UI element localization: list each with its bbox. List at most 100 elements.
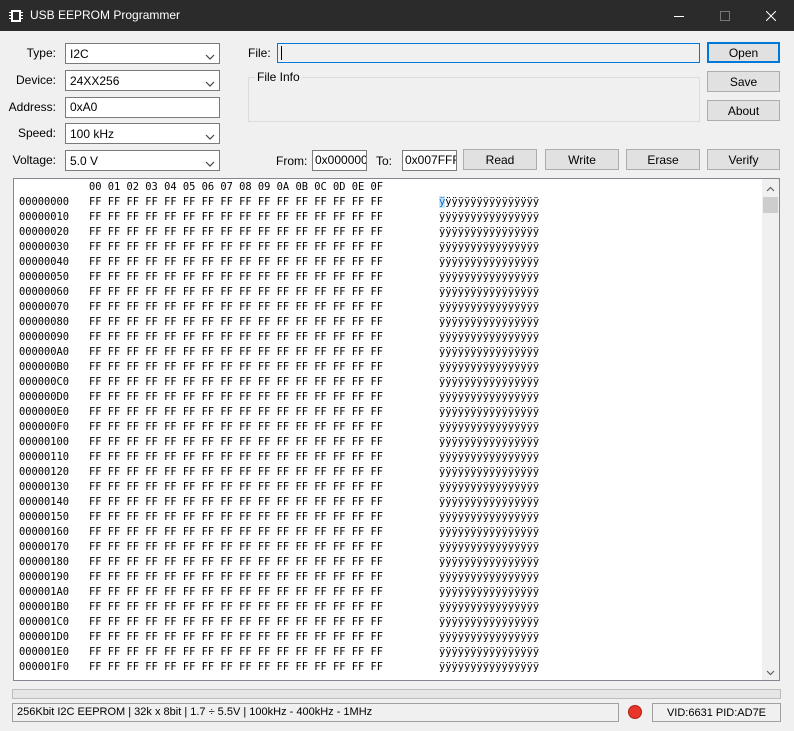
hex-row-ascii[interactable]: ÿÿÿÿÿÿÿÿÿÿÿÿÿÿÿÿ xyxy=(439,225,539,240)
hex-row-ascii[interactable]: ÿÿÿÿÿÿÿÿÿÿÿÿÿÿÿÿ xyxy=(439,645,539,660)
hex-row-ascii[interactable]: ÿÿÿÿÿÿÿÿÿÿÿÿÿÿÿÿ xyxy=(439,435,539,450)
hex-row[interactable]: 00000100 FF FF FF FF FF FF FF FF FF FF FF… xyxy=(19,435,539,450)
hex-row-bytes[interactable]: FF FF FF FF FF FF FF FF FF FF FF FF FF F… xyxy=(89,630,439,645)
hex-row-bytes[interactable]: FF FF FF FF FF FF FF FF FF FF FF FF FF F… xyxy=(89,480,439,495)
erase-button[interactable]: Erase xyxy=(626,149,700,170)
hex-row[interactable]: 00000130 FF FF FF FF FF FF FF FF FF FF FF… xyxy=(19,480,539,495)
hex-row-ascii[interactable]: ÿÿÿÿÿÿÿÿÿÿÿÿÿÿÿÿ xyxy=(439,405,539,420)
hex-row-bytes[interactable]: FF FF FF FF FF FF FF FF FF FF FF FF FF F… xyxy=(89,360,439,375)
hex-row-bytes[interactable]: FF FF FF FF FF FF FF FF FF FF FF FF FF F… xyxy=(89,390,439,405)
hex-row[interactable]: 00000170 FF FF FF FF FF FF FF FF FF FF FF… xyxy=(19,540,539,555)
vertical-scrollbar[interactable] xyxy=(762,179,779,680)
hex-row-ascii[interactable]: ÿÿÿÿÿÿÿÿÿÿÿÿÿÿÿÿ xyxy=(439,360,539,375)
hex-row-bytes[interactable]: FF FF FF FF FF FF FF FF FF FF FF FF FF F… xyxy=(89,660,439,675)
hex-row-bytes[interactable]: FF FF FF FF FF FF FF FF FF FF FF FF FF F… xyxy=(89,555,439,570)
hex-row-ascii[interactable]: ÿÿÿÿÿÿÿÿÿÿÿÿÿÿÿÿ xyxy=(439,375,539,390)
hex-row-ascii[interactable]: ÿÿÿÿÿÿÿÿÿÿÿÿÿÿÿÿ xyxy=(439,540,539,555)
hex-row-bytes[interactable]: FF FF FF FF FF FF FF FF FF FF FF FF FF F… xyxy=(89,645,439,660)
hex-row[interactable]: 00000160 FF FF FF FF FF FF FF FF FF FF FF… xyxy=(19,525,539,540)
hex-row-ascii[interactable]: ÿÿÿÿÿÿÿÿÿÿÿÿÿÿÿÿ xyxy=(439,270,539,285)
hex-row[interactable]: 00000040 FF FF FF FF FF FF FF FF FF FF FF… xyxy=(19,255,539,270)
hex-row-bytes[interactable]: FF FF FF FF FF FF FF FF FF FF FF FF FF F… xyxy=(89,210,439,225)
hex-row-bytes[interactable]: FF FF FF FF FF FF FF FF FF FF FF FF FF F… xyxy=(89,345,439,360)
hex-row-bytes[interactable]: FF FF FF FF FF FF FF FF FF FF FF FF FF F… xyxy=(89,525,439,540)
file-path-input[interactable] xyxy=(277,43,700,63)
hex-row[interactable]: 000001B0 FF FF FF FF FF FF FF FF FF FF FF… xyxy=(19,600,539,615)
hex-row[interactable]: 000000D0 FF FF FF FF FF FF FF FF FF FF FF… xyxy=(19,390,539,405)
hex-row[interactable]: 00000070 FF FF FF FF FF FF FF FF FF FF FF… xyxy=(19,300,539,315)
hex-row[interactable]: 00000030 FF FF FF FF FF FF FF FF FF FF FF… xyxy=(19,240,539,255)
hex-row-bytes[interactable]: FF FF FF FF FF FF FF FF FF FF FF FF FF F… xyxy=(89,195,439,210)
hex-row-ascii[interactable]: ÿÿÿÿÿÿÿÿÿÿÿÿÿÿÿÿ xyxy=(439,390,539,405)
scroll-down-button[interactable] xyxy=(762,663,779,680)
hex-row-ascii[interactable]: ÿÿÿÿÿÿÿÿÿÿÿÿÿÿÿÿ xyxy=(439,450,539,465)
hex-row-ascii[interactable]: ÿÿÿÿÿÿÿÿÿÿÿÿÿÿÿÿ xyxy=(439,480,539,495)
hex-row-bytes[interactable]: FF FF FF FF FF FF FF FF FF FF FF FF FF F… xyxy=(89,570,439,585)
hex-row-bytes[interactable]: FF FF FF FF FF FF FF FF FF FF FF FF FF F… xyxy=(89,420,439,435)
maximize-button[interactable] xyxy=(702,0,748,31)
hex-row-ascii[interactable]: ÿÿÿÿÿÿÿÿÿÿÿÿÿÿÿÿ xyxy=(439,570,539,585)
hex-row[interactable]: 000000A0 FF FF FF FF FF FF FF FF FF FF FF… xyxy=(19,345,539,360)
hex-row-bytes[interactable]: FF FF FF FF FF FF FF FF FF FF FF FF FF F… xyxy=(89,600,439,615)
hex-row-bytes[interactable]: FF FF FF FF FF FF FF FF FF FF FF FF FF F… xyxy=(89,585,439,600)
hex-row-ascii[interactable]: ÿÿÿÿÿÿÿÿÿÿÿÿÿÿÿÿ xyxy=(439,240,539,255)
hex-row-bytes[interactable]: FF FF FF FF FF FF FF FF FF FF FF FF FF F… xyxy=(89,450,439,465)
hex-row[interactable]: 000000C0 FF FF FF FF FF FF FF FF FF FF FF… xyxy=(19,375,539,390)
hex-row[interactable]: 000000B0 FF FF FF FF FF FF FF FF FF FF FF… xyxy=(19,360,539,375)
address-input[interactable]: 0xA0 xyxy=(65,97,220,118)
hex-row[interactable]: 00000060 FF FF FF FF FF FF FF FF FF FF FF… xyxy=(19,285,539,300)
minimize-button[interactable] xyxy=(656,0,702,31)
hex-row-ascii[interactable]: ÿÿÿÿÿÿÿÿÿÿÿÿÿÿÿÿ xyxy=(439,660,539,675)
hex-row-bytes[interactable]: FF FF FF FF FF FF FF FF FF FF FF FF FF F… xyxy=(89,615,439,630)
hex-row-ascii[interactable]: ÿÿÿÿÿÿÿÿÿÿÿÿÿÿÿÿ xyxy=(439,210,539,225)
from-address-input[interactable]: 0x000000 xyxy=(312,150,367,171)
hex-row-bytes[interactable]: FF FF FF FF FF FF FF FF FF FF FF FF FF F… xyxy=(89,375,439,390)
hex-row[interactable]: 00000150 FF FF FF FF FF FF FF FF FF FF FF… xyxy=(19,510,539,525)
hex-row[interactable]: 000001E0 FF FF FF FF FF FF FF FF FF FF FF… xyxy=(19,645,539,660)
hex-row[interactable]: 000001C0 FF FF FF FF FF FF FF FF FF FF FF… xyxy=(19,615,539,630)
hex-row-ascii[interactable]: ÿÿÿÿÿÿÿÿÿÿÿÿÿÿÿÿ xyxy=(439,330,539,345)
hex-row-ascii[interactable]: ÿÿÿÿÿÿÿÿÿÿÿÿÿÿÿÿ xyxy=(439,300,539,315)
scroll-up-button[interactable] xyxy=(762,179,779,196)
verify-button[interactable]: Verify xyxy=(707,149,780,170)
hex-row[interactable]: 000000E0 FF FF FF FF FF FF FF FF FF FF FF… xyxy=(19,405,539,420)
selected-cell[interactable]: ÿ xyxy=(439,196,446,208)
voltage-select[interactable]: 5.0 V xyxy=(65,150,220,171)
hex-row[interactable]: 00000080 FF FF FF FF FF FF FF FF FF FF FF… xyxy=(19,315,539,330)
device-select[interactable]: 24XX256 xyxy=(65,70,220,91)
close-button[interactable] xyxy=(748,0,794,31)
to-address-input[interactable]: 0x007FFF xyxy=(402,150,457,171)
hex-row[interactable]: 00000090 FF FF FF FF FF FF FF FF FF FF FF… xyxy=(19,330,539,345)
hex-row-bytes[interactable]: FF FF FF FF FF FF FF FF FF FF FF FF FF F… xyxy=(89,240,439,255)
scroll-thumb[interactable] xyxy=(763,197,778,213)
hex-row[interactable]: 00000110 FF FF FF FF FF FF FF FF FF FF FF… xyxy=(19,450,539,465)
type-select[interactable]: I2C xyxy=(65,43,220,64)
hex-row[interactable]: 00000010 FF FF FF FF FF FF FF FF FF FF FF… xyxy=(19,210,539,225)
open-button[interactable]: Open xyxy=(707,42,780,63)
save-button[interactable]: Save xyxy=(707,71,780,92)
hex-row-bytes[interactable]: FF FF FF FF FF FF FF FF FF FF FF FF FF F… xyxy=(89,540,439,555)
read-button[interactable]: Read xyxy=(463,149,537,170)
hex-editor[interactable]: 00 01 02 03 04 05 06 07 08 09 0A 0B 0C 0… xyxy=(13,178,780,681)
hex-row[interactable]: 000001D0 FF FF FF FF FF FF FF FF FF FF FF… xyxy=(19,630,539,645)
hex-row-ascii[interactable]: ÿÿÿÿÿÿÿÿÿÿÿÿÿÿÿÿ xyxy=(439,285,539,300)
hex-row[interactable]: 000001A0 FF FF FF FF FF FF FF FF FF FF FF… xyxy=(19,585,539,600)
hex-row[interactable]: 00000190 FF FF FF FF FF FF FF FF FF FF FF… xyxy=(19,570,539,585)
hex-row[interactable]: 00000050 FF FF FF FF FF FF FF FF FF FF FF… xyxy=(19,270,539,285)
hex-row[interactable]: 00000180 FF FF FF FF FF FF FF FF FF FF FF… xyxy=(19,555,539,570)
hex-row[interactable]: 000000F0 FF FF FF FF FF FF FF FF FF FF FF… xyxy=(19,420,539,435)
hex-row[interactable]: 00000020 FF FF FF FF FF FF FF FF FF FF FF… xyxy=(19,225,539,240)
hex-row-ascii[interactable]: ÿÿÿÿÿÿÿÿÿÿÿÿÿÿÿÿ xyxy=(439,255,539,270)
hex-row-ascii[interactable]: ÿÿÿÿÿÿÿÿÿÿÿÿÿÿÿÿ xyxy=(439,465,539,480)
about-button[interactable]: About xyxy=(707,100,780,121)
hex-row-bytes[interactable]: FF FF FF FF FF FF FF FF FF FF FF FF FF F… xyxy=(89,270,439,285)
hex-row-bytes[interactable]: FF FF FF FF FF FF FF FF FF FF FF FF FF F… xyxy=(89,465,439,480)
hex-row-ascii[interactable]: ÿÿÿÿÿÿÿÿÿÿÿÿÿÿÿÿ xyxy=(439,345,539,360)
hex-row-ascii[interactable]: ÿÿÿÿÿÿÿÿÿÿÿÿÿÿÿÿ xyxy=(439,630,539,645)
hex-row-ascii[interactable]: ÿÿÿÿÿÿÿÿÿÿÿÿÿÿÿÿ xyxy=(439,420,539,435)
hex-row[interactable]: 00000120 FF FF FF FF FF FF FF FF FF FF FF… xyxy=(19,465,539,480)
hex-row-bytes[interactable]: FF FF FF FF FF FF FF FF FF FF FF FF FF F… xyxy=(89,255,439,270)
hex-row-ascii[interactable]: ÿÿÿÿÿÿÿÿÿÿÿÿÿÿÿÿ xyxy=(439,555,539,570)
hex-row-bytes[interactable]: FF FF FF FF FF FF FF FF FF FF FF FF FF F… xyxy=(89,315,439,330)
hex-row-bytes[interactable]: FF FF FF FF FF FF FF FF FF FF FF FF FF F… xyxy=(89,225,439,240)
